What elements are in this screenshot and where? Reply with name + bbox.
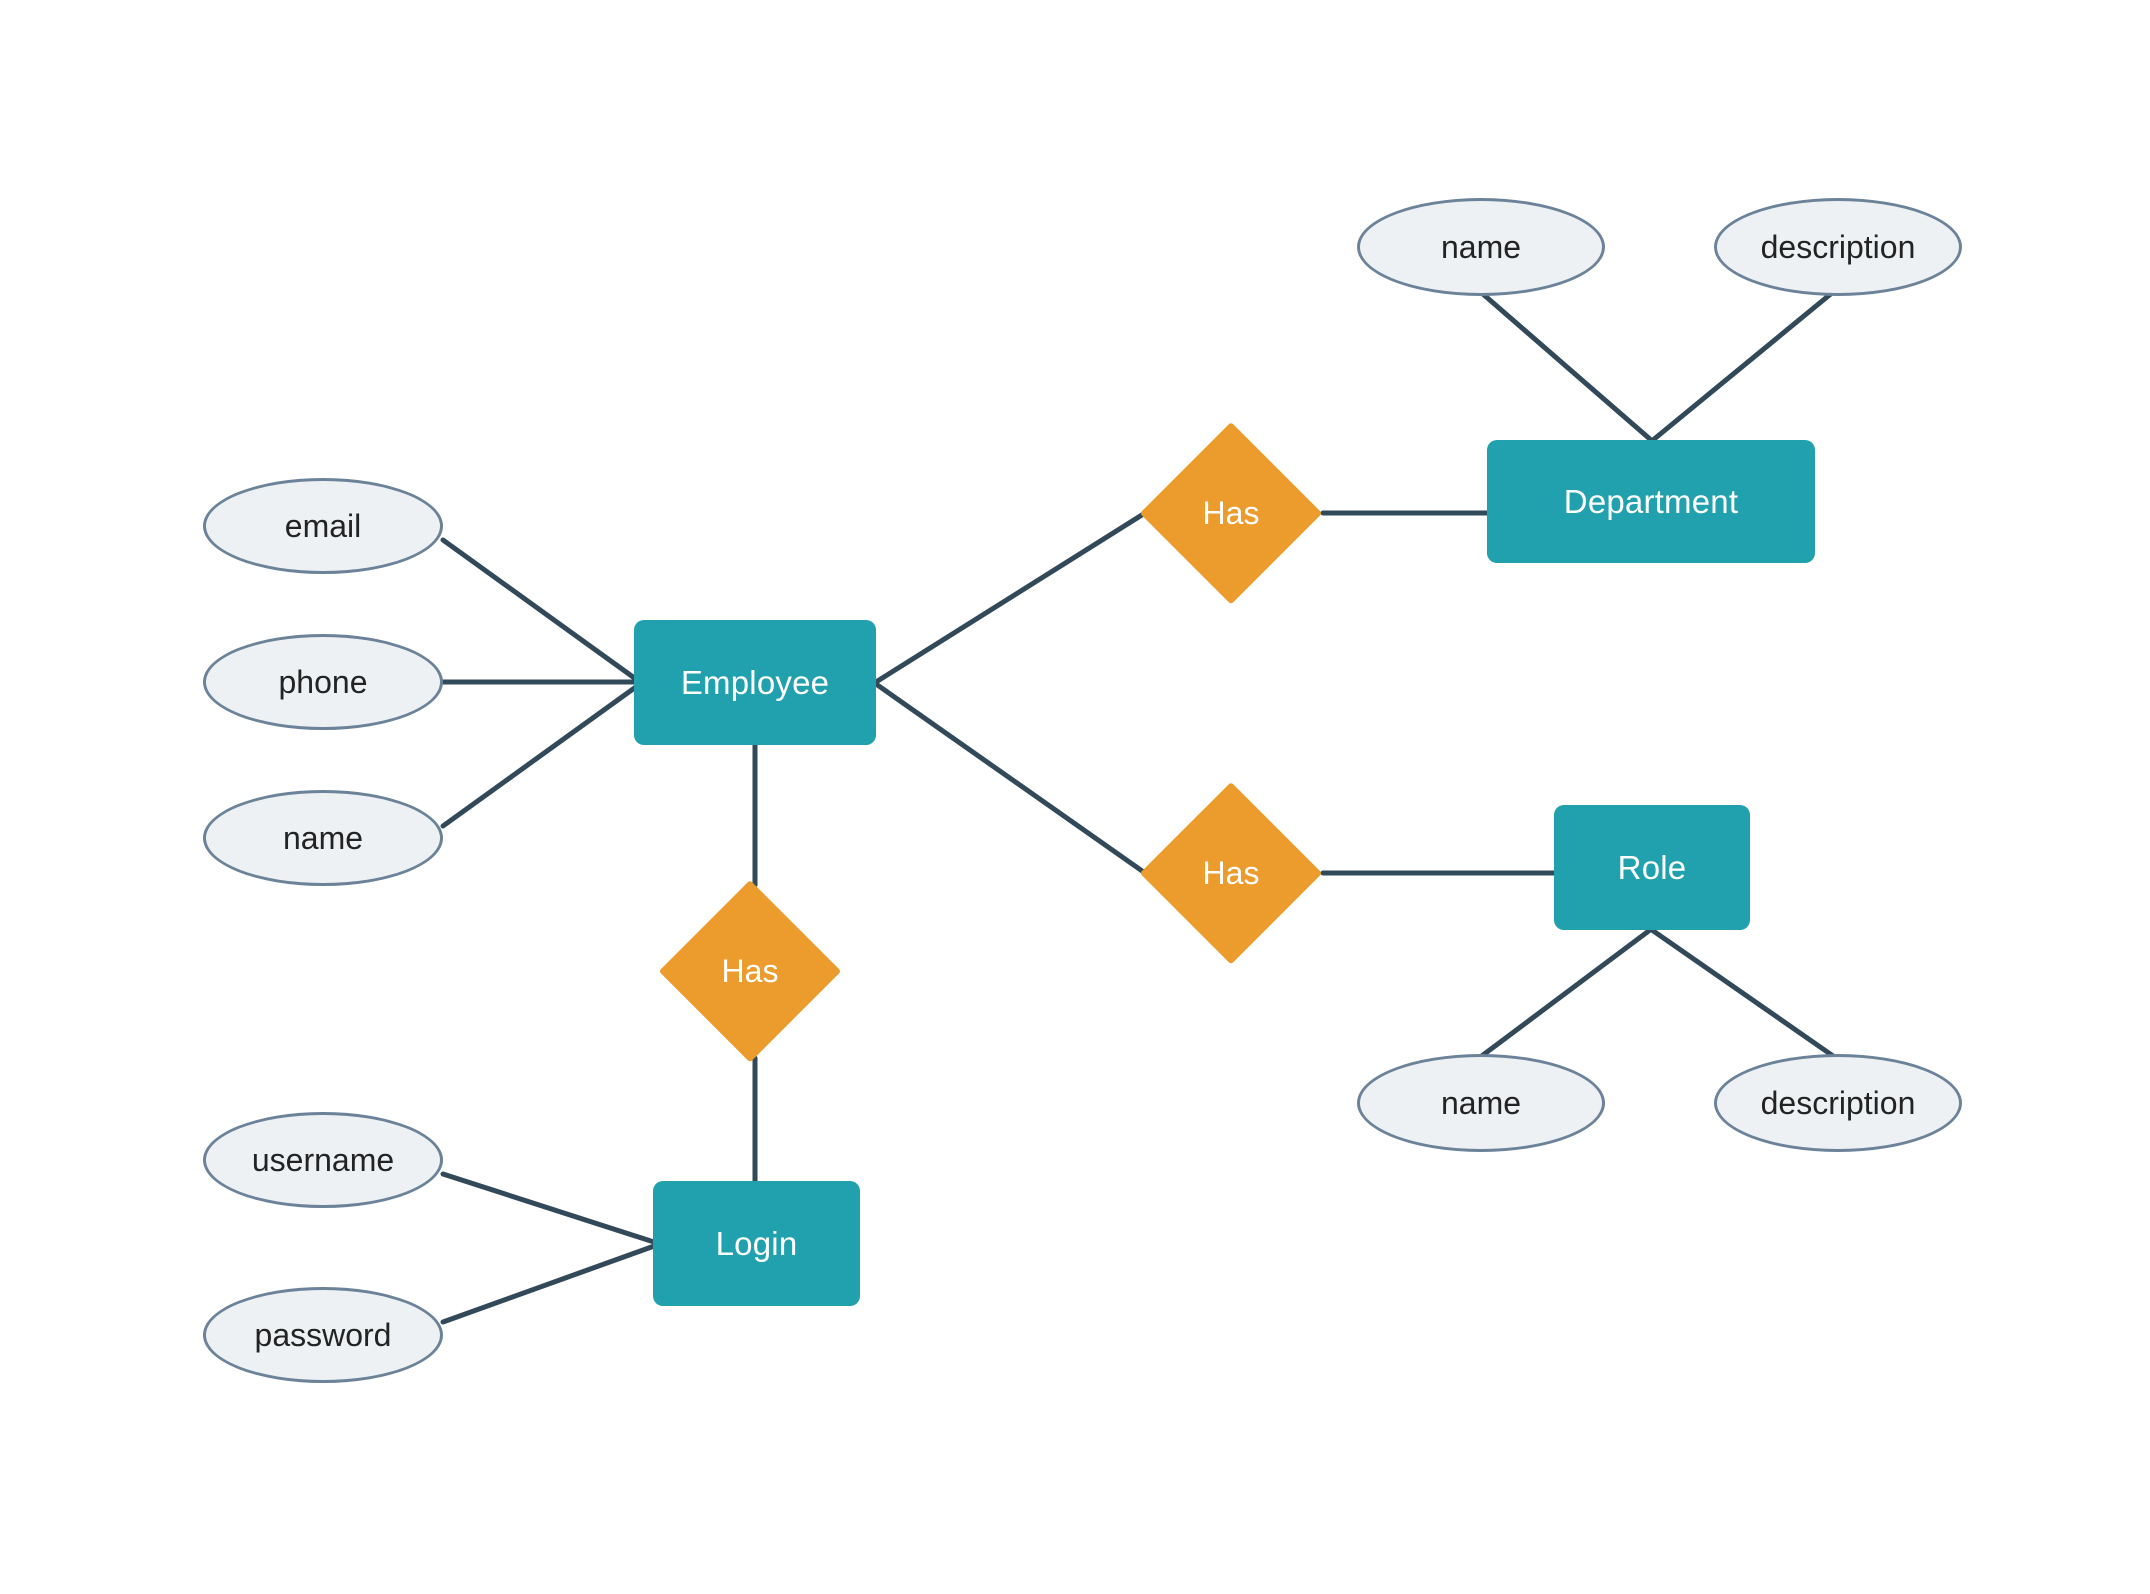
connector-line	[1650, 285, 1841, 443]
attribute-department-description[interactable]: description	[1714, 198, 1962, 296]
attribute-label: email	[284, 507, 362, 544]
entity-department[interactable]: Department	[1487, 440, 1815, 563]
attribute-employee-email[interactable]: email	[203, 478, 443, 574]
connector-line	[440, 537, 643, 685]
relationship-label: Has	[1202, 494, 1260, 531]
attribute-role-description[interactable]: description	[1714, 1054, 1962, 1152]
attribute-label: description	[1760, 228, 1916, 265]
attribute-label: phone	[278, 663, 368, 700]
attribute-label: description	[1760, 1084, 1916, 1121]
connector-line	[873, 510, 1148, 685]
attribute-label: name	[282, 819, 364, 856]
entity-label: Employee	[680, 663, 830, 701]
relationship-has-department[interactable]: Has	[1140, 422, 1322, 604]
connector-line	[1473, 285, 1654, 443]
attribute-login-username[interactable]: username	[203, 1112, 443, 1208]
attribute-employee-phone[interactable]: phone	[203, 634, 443, 730]
connector-line	[440, 1242, 660, 1325]
relationship-label: Has	[721, 952, 779, 989]
er-diagram-canvas: email phone name username password name descri…	[0, 0, 2150, 1594]
entity-login[interactable]: Login	[653, 1181, 860, 1306]
entity-label: Login	[715, 1224, 798, 1262]
attribute-label: name	[1440, 228, 1522, 265]
attribute-department-name[interactable]: name	[1357, 198, 1605, 296]
attribute-login-password[interactable]: password	[203, 1287, 443, 1383]
entity-label: Department	[1563, 482, 1739, 520]
connector-line	[440, 681, 643, 829]
attribute-label: username	[251, 1141, 395, 1178]
attribute-employee-name[interactable]: name	[203, 790, 443, 886]
connector-line	[873, 681, 1148, 876]
connector-line	[440, 1171, 660, 1246]
relationship-has-role[interactable]: Has	[1140, 782, 1322, 964]
attribute-role-name[interactable]: name	[1357, 1054, 1605, 1152]
entity-label: Role	[1617, 848, 1687, 886]
entity-role[interactable]: Role	[1554, 805, 1750, 930]
connector-line	[1476, 927, 1653, 1061]
relationship-has-login[interactable]: Has	[659, 880, 841, 1062]
attribute-label: password	[254, 1316, 392, 1353]
entity-employee[interactable]: Employee	[634, 620, 876, 745]
relationship-label: Has	[1202, 854, 1260, 891]
attribute-label: name	[1440, 1084, 1522, 1121]
connector-line	[1649, 927, 1839, 1061]
